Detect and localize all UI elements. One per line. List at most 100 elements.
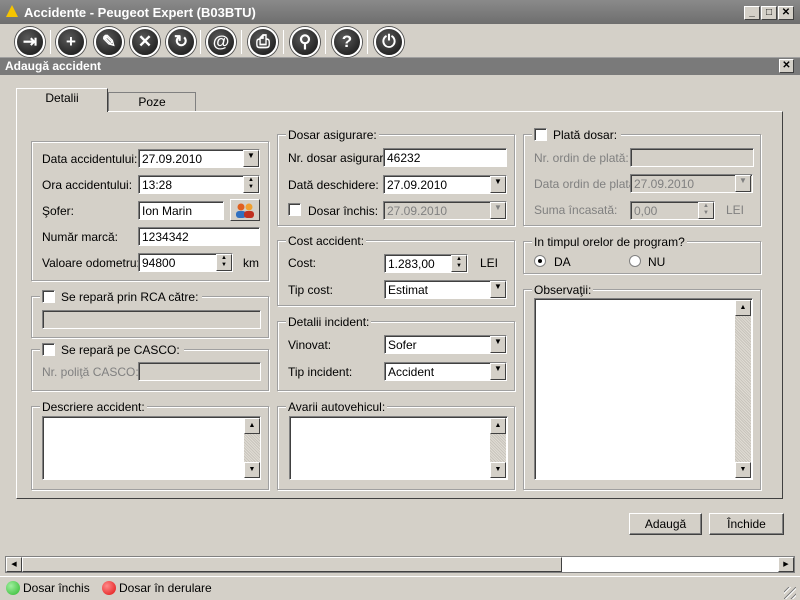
scroll-down-icon[interactable]: ▼ [490,462,506,478]
cost-currency: LEI [480,256,499,270]
payment-legend: Plată dosar: [532,128,622,142]
help-icon[interactable]: ? [332,27,362,57]
legend-open: Dosar în derulare [119,581,212,595]
program-no-radio[interactable] [629,255,641,267]
casco-policy-field[interactable] [138,362,261,381]
toolbar-separator [241,30,242,54]
close-window-button[interactable]: ✕ [778,6,794,20]
odometer-label: Valoare odometru: [42,256,140,270]
insurance-open-dropdown[interactable]: ▼ [490,176,506,193]
toolbar-separator [50,30,51,54]
cost-type-dropdown[interactable]: ▼ [490,281,506,298]
rca-checkbox[interactable] [42,290,55,303]
odometer-unit: km [243,256,259,270]
search-icon[interactable]: ⚲ [290,27,320,57]
guilty-select[interactable]: Sofer [384,335,507,354]
exit-icon[interactable]: ⇥ [15,27,45,57]
notes-textarea[interactable] [534,298,753,480]
insurance-number-field[interactable]: 46232 [383,148,507,167]
date-dropdown-button[interactable]: ▼ [243,150,259,167]
guilty-dropdown[interactable]: ▼ [490,336,506,353]
dialog-titlebar: Adaugă accident ✕ [0,58,800,75]
casco-label: Se repară pe CASCO: [61,343,180,357]
minimize-button[interactable]: _ [744,6,760,20]
cost-type-select[interactable]: Estimat [384,280,507,299]
damage-textarea[interactable] [289,416,508,480]
date-field[interactable]: 27.09.2010 [138,149,260,168]
tab-detalii[interactable]: Detalii [16,88,108,112]
tab-poze[interactable]: Poze [108,92,196,112]
order-no-label: Nr. ordin de plată: [534,151,629,165]
plus-icon[interactable]: + [56,27,86,57]
incident-type-dropdown[interactable]: ▼ [490,363,506,380]
program-yes-label: DA [554,255,571,269]
program-no-label: NU [648,255,666,269]
pencil-icon[interactable]: ✎ [94,27,124,57]
odometer-spinner[interactable]: ▲ ▼ [216,254,232,271]
rca-field[interactable] [42,310,261,329]
amount-currency: LEI [726,203,745,217]
delete-icon[interactable]: ✕ [130,27,160,57]
description-label: Descriere accident: [40,400,147,414]
add-button[interactable]: Adaugă [629,513,702,535]
status-bar: Dosar închis Dosar în derulare [0,576,800,600]
resize-grip-icon[interactable] [784,587,796,599]
green-status-icon [6,581,20,595]
toolbar-separator [367,30,368,54]
scroll-down-icon[interactable]: ▼ [735,462,751,478]
incident-legend: Detalii incident: [286,315,372,329]
closed-checkbox[interactable] [288,203,301,216]
select-driver-button[interactable] [230,199,260,221]
toolbar-separator [200,30,201,54]
casco-policy-label: Nr. poliţă CASCO: [42,365,139,379]
maximize-button[interactable]: □ [761,6,777,20]
driver-field[interactable]: Ion Marin [138,201,224,220]
casco-legend: Se repară pe CASCO: [40,343,184,357]
window-title: Accidente - Peugeot Expert (B03BTU) [24,5,256,20]
scroll-up-icon[interactable]: ▲ [735,300,751,316]
scroll-right-icon[interactable]: ▶ [778,557,794,572]
order-no-field[interactable] [630,148,754,167]
time-field[interactable]: 13:28 [138,175,260,194]
people-icon [236,203,254,218]
date-label: Data accidentului: [42,152,138,166]
refresh-icon[interactable]: ↻ [166,27,196,57]
close-button[interactable]: Închide [709,513,784,535]
time-label: Ora accidentului: [42,178,133,192]
legend-closed: Dosar închis [23,581,90,595]
payment-checkbox[interactable] [534,128,547,141]
email-icon[interactable]: @ [206,27,236,57]
driver-label: Şofer: [42,204,75,218]
power-icon[interactable]: ⏻ [374,27,404,57]
closed-date-dropdown[interactable]: ▼ [490,202,506,219]
program-legend: In timpul orelor de program? [532,235,687,249]
closed-date-field[interactable]: 27.09.2010 [383,201,507,220]
time-spinner[interactable]: ▲ ▼ [243,176,259,193]
notes-label: Observaţii: [532,283,594,297]
payment-label: Plată dosar: [553,128,618,142]
scroll-thumb[interactable] [22,557,562,572]
cost-legend: Cost accident: [286,234,367,248]
cost-spinner[interactable]: ▲ ▼ [451,255,467,272]
casco-checkbox[interactable] [42,343,55,356]
amount-spinner[interactable]: ▲ ▼ [698,202,714,219]
order-date-dropdown[interactable]: ▼ [735,175,751,192]
cost-type-label: Tip cost: [288,283,333,297]
window-titlebar: Accidente - Peugeot Expert (B03BTU) _ □ … [0,0,800,24]
notes-scrollbar[interactable] [735,300,751,478]
close-dialog-button[interactable]: ✕ [779,59,794,73]
insurance-open-field[interactable]: 27.09.2010 [383,175,507,194]
order-date-label: Data ordin de plată: [534,177,639,191]
incident-type-select[interactable]: Accident [384,362,507,381]
program-yes-radio[interactable] [534,255,546,267]
scroll-down-icon[interactable]: ▼ [244,462,260,478]
scroll-up-icon[interactable]: ▲ [244,418,260,434]
scroll-left-icon[interactable]: ◀ [6,557,22,572]
plate-field[interactable]: 1234342 [138,227,260,246]
print-icon[interactable]: ⎙ [248,27,278,57]
insurance-number-label: Nr. dosar asigurare: [288,151,394,165]
insurance-open-label: Dată deschidere: [288,178,379,192]
damage-label: Avarii autovehicul: [286,400,388,414]
description-textarea[interactable] [42,416,261,480]
scroll-up-icon[interactable]: ▲ [490,418,506,434]
